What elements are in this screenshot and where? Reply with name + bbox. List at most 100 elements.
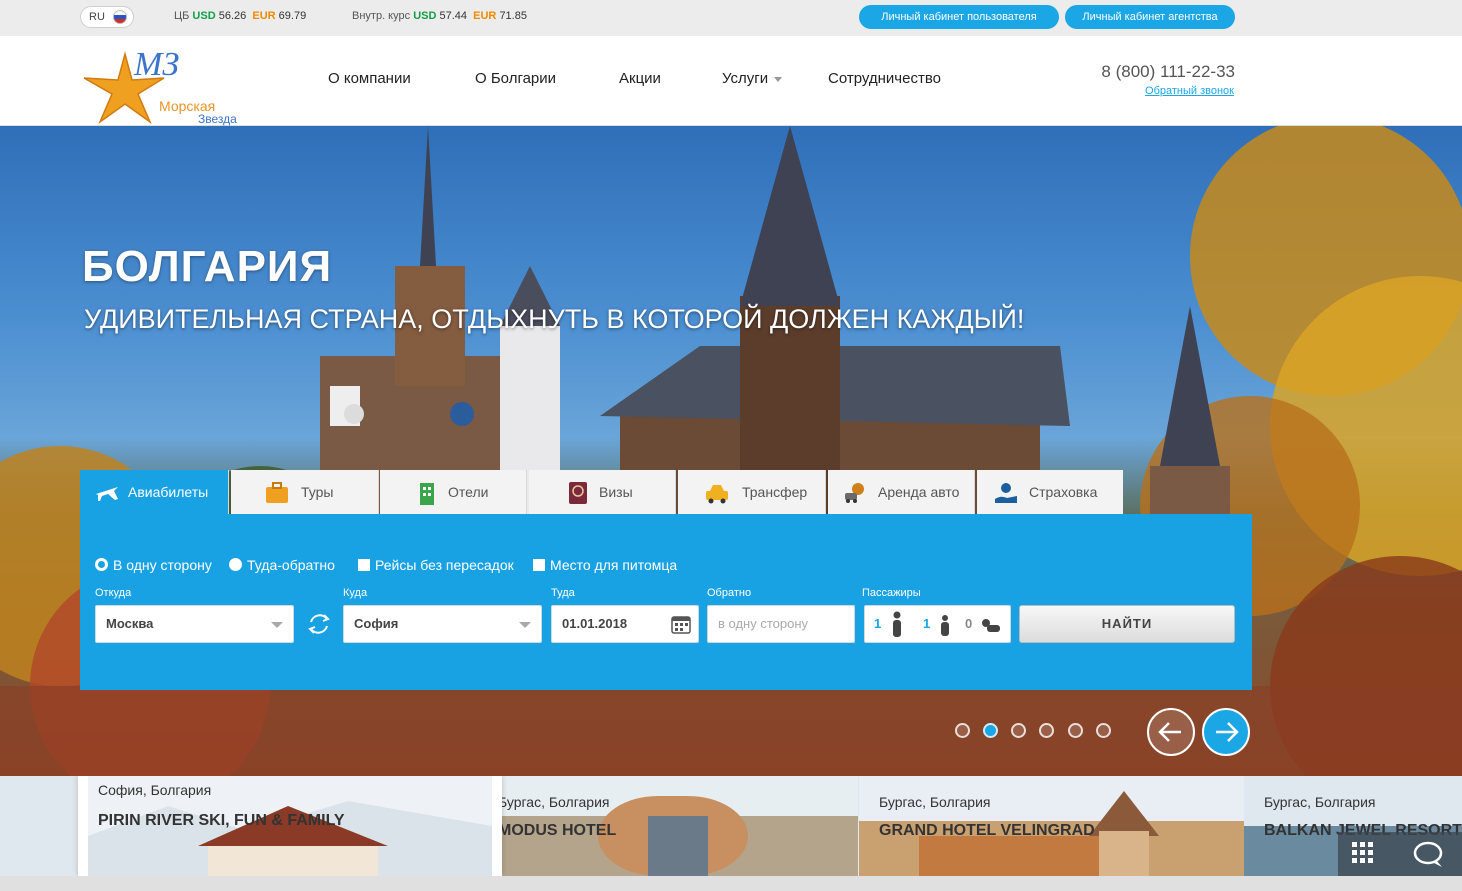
from-select[interactable]: Москва <box>95 605 294 643</box>
hotel-card[interactable]: Бургас, Болгария MODUS HOTEL <box>478 776 858 876</box>
return-date-input[interactable]: в одну сторону <box>707 605 855 643</box>
card-city: Бургас, Болгария <box>498 794 610 810</box>
slider-dot[interactable] <box>1011 723 1026 738</box>
checkbox-icon <box>533 559 545 571</box>
round-trip-radio[interactable]: Туда-обратно <box>229 557 335 573</box>
depart-date-value: 01.01.2018 <box>562 616 628 631</box>
card-city: София, Болгария <box>98 782 212 798</box>
slider-dot[interactable] <box>1039 723 1054 738</box>
grid-menu-icon <box>1352 842 1373 863</box>
taxi-icon <box>706 485 728 504</box>
passengers-label: Пассажиры <box>862 587 921 599</box>
tab-flights[interactable]: Авиабилеты <box>80 470 229 516</box>
language-selector[interactable]: RU <box>80 6 134 28</box>
tab-insurance[interactable]: Страховка <box>977 470 1123 516</box>
agency-cabinet-button[interactable]: Личный кабинет агентства <box>1065 5 1235 29</box>
cb-eur-label: EUR <box>252 10 276 22</box>
adults-count: 1 <box>874 616 882 631</box>
slider-next-button[interactable] <box>1202 708 1250 756</box>
tab-flights-label: Авиабилеты <box>128 484 209 500</box>
direct-flights-label: Рейсы без пересадок <box>375 557 514 573</box>
internal-usd-value: 57.44 <box>439 10 468 22</box>
chevron-down-icon <box>271 622 283 628</box>
slider-dot-active[interactable] <box>983 723 998 738</box>
card-city: Бургас, Болгария <box>1264 794 1376 810</box>
internal-rates: Внутр. курс USD 57.44 EUR 71.85 <box>352 10 527 22</box>
slider-dot[interactable] <box>955 723 970 738</box>
hero-title: БОЛГАРИЯ <box>82 242 333 291</box>
pet-seat-label: Место для питомца <box>550 557 678 573</box>
internal-eur-label: EUR <box>473 10 497 22</box>
depart-label: Туда <box>551 587 575 599</box>
hotel-card[interactable]: Бургас, Болгария GRAND HOTEL VELINGRAD <box>859 776 1244 876</box>
chat-bubble-icon <box>1413 841 1443 867</box>
nav-promotions[interactable]: Акции <box>619 70 661 87</box>
russia-flag-icon <box>113 10 127 24</box>
hotel-cards-strip: Бургас, Болгария MODUS HOTEL Бургас, Бол… <box>0 776 1462 891</box>
internal-label: Внутр. курс <box>352 10 411 22</box>
cb-eur-value: 69.79 <box>278 10 307 22</box>
tab-tours[interactable]: Туры <box>231 470 379 516</box>
direct-flights-checkbox[interactable]: Рейсы без пересадок <box>358 557 514 573</box>
infant-icon <box>982 619 1000 632</box>
car-key-icon <box>845 483 864 503</box>
internal-eur-value: 71.85 <box>499 10 527 22</box>
nav-about-company[interactable]: О компании <box>328 70 411 87</box>
from-value: Москва <box>106 616 154 631</box>
swap-icon[interactable] <box>305 610 333 638</box>
tab-transfer[interactable]: Трансфер <box>678 470 826 516</box>
tab-car-rental[interactable]: Аренда авто <box>828 470 975 516</box>
child-icon <box>941 615 949 636</box>
calendar-icon <box>671 616 691 634</box>
user-cabinet-button[interactable]: Личный кабинет пользователя <box>859 5 1059 29</box>
tab-visas-label: Визы <box>599 484 633 500</box>
cb-label: ЦБ <box>174 10 190 22</box>
suitcase-icon <box>266 482 288 503</box>
slider-prev-button[interactable] <box>1147 708 1195 756</box>
hotel-building-icon <box>420 483 434 505</box>
find-button[interactable]: НАЙТИ <box>1019 605 1235 643</box>
passport-icon <box>569 482 587 504</box>
chat-widget[interactable] <box>1338 832 1462 876</box>
pet-seat-checkbox[interactable]: Место для питомца <box>533 557 677 573</box>
radio-icon <box>95 558 108 571</box>
callback-link[interactable]: Обратный звонок <box>1145 85 1234 97</box>
to-select[interactable]: София <box>343 605 542 643</box>
nav-about-bulgaria[interactable]: О Болгарии <box>475 70 556 87</box>
logo-name-line2: Звезда <box>198 112 237 126</box>
logo-mark: МЗ <box>134 46 180 83</box>
one-way-label: В одну сторону <box>113 557 212 573</box>
arrow-right-icon <box>1216 722 1239 742</box>
tab-insurance-label: Страховка <box>1029 484 1098 500</box>
hotel-card-featured[interactable]: София, Болгария PIRIN RIVER SKI, FUN & F… <box>78 776 502 876</box>
page-bottom-strip <box>0 876 1462 891</box>
cb-usd-label: USD <box>192 10 216 22</box>
internal-usd-label: USD <box>413 10 437 22</box>
round-trip-label: Туда-обратно <box>247 557 335 573</box>
tab-tours-label: Туры <box>301 484 334 500</box>
children-count: 1 <box>923 616 931 631</box>
slider-dot[interactable] <box>1068 723 1083 738</box>
tab-visas[interactable]: Визы <box>529 470 676 516</box>
language-label: RU <box>89 11 105 23</box>
hero-subtitle: УДИВИТЕЛЬНАЯ СТРАНА, ОТДЫХНУТЬ В КОТОРОЙ… <box>84 304 1025 334</box>
infants-count: 0 <box>965 616 973 631</box>
return-label: Обратно <box>707 587 752 599</box>
logo[interactable]: МЗ Морская Звезда <box>80 44 250 126</box>
to-value: София <box>354 616 399 631</box>
card-hotel-name: PIRIN RIVER SKI, FUN & FAMILY <box>98 812 345 829</box>
passengers-selector[interactable]: 1 1 0 <box>864 605 1011 643</box>
one-way-radio[interactable]: В одну сторону <box>95 557 212 573</box>
to-label: Куда <box>343 587 368 599</box>
slider-dot[interactable] <box>1096 723 1111 738</box>
nav-cooperation[interactable]: Сотрудничество <box>828 70 941 87</box>
adult-icon <box>893 611 901 637</box>
nav-services[interactable]: Услуги <box>722 70 783 87</box>
radio-icon <box>229 558 242 571</box>
card-hotel-name: GRAND HOTEL VELINGRAD <box>879 822 1095 839</box>
phone-number[interactable]: 8 (800) 111-22-33 <box>1101 62 1235 82</box>
tab-hotels[interactable]: Отели <box>380 470 527 516</box>
flight-search-form: В одну сторону Туда-обратно Рейсы без пе… <box>80 514 1252 690</box>
airplane-icon <box>96 487 118 501</box>
depart-date-input[interactable]: 01.01.2018 <box>551 605 699 643</box>
